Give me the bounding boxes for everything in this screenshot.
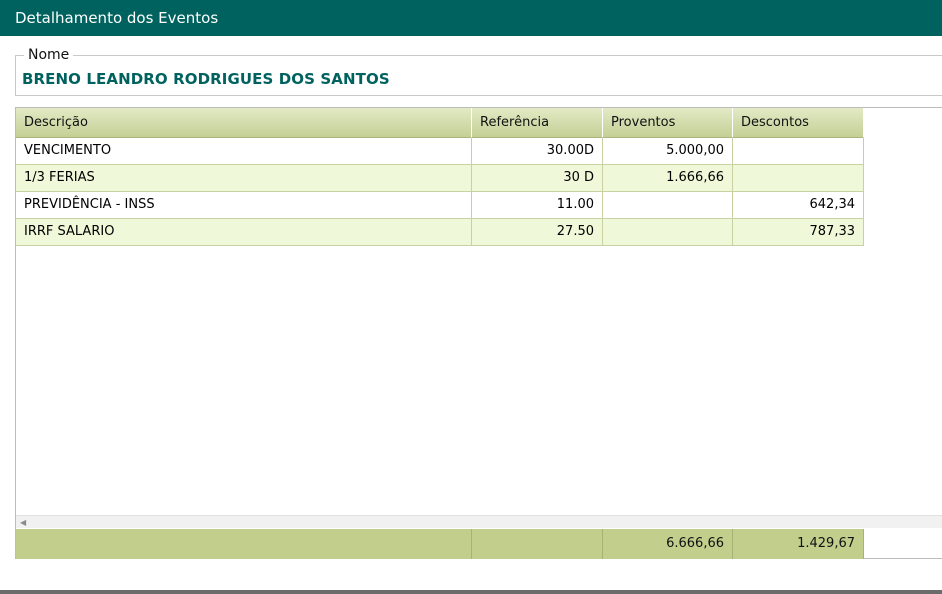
employee-name: BRENO LEANDRO RODRIGUES DOS SANTOS bbox=[22, 70, 390, 88]
cell-descricao: 1/3 FERIAS bbox=[16, 165, 472, 191]
total-referencia bbox=[472, 529, 603, 559]
totals-row: 6.666,66 1.429,67 bbox=[16, 529, 864, 559]
table-row[interactable]: VENCIMENTO 30.00D 5.000,00 bbox=[16, 138, 864, 165]
cell-proventos: 1.666,66 bbox=[603, 165, 733, 191]
cell-descricao: IRRF SALARIO bbox=[16, 219, 472, 245]
cell-descricao: VENCIMENTO bbox=[16, 138, 472, 164]
total-proventos: 6.666,66 bbox=[603, 529, 733, 559]
window-title-bar: Detalhamento dos Eventos bbox=[0, 0, 942, 36]
cell-descricao: PREVIDÊNCIA - INSS bbox=[16, 192, 472, 218]
cell-proventos bbox=[603, 192, 733, 218]
horizontal-scrollbar[interactable]: ◀ bbox=[16, 515, 942, 528]
table-row[interactable]: 1/3 FERIAS 30 D 1.666,66 bbox=[16, 165, 864, 192]
cell-referencia: 11.00 bbox=[472, 192, 603, 218]
cell-referencia: 27.50 bbox=[472, 219, 603, 245]
scroll-left-arrow-icon[interactable]: ◀ bbox=[20, 517, 26, 528]
cell-descontos: 787,33 bbox=[733, 219, 864, 245]
column-header-descontos[interactable]: Descontos bbox=[733, 108, 864, 138]
name-legend: Nome bbox=[24, 47, 74, 63]
grid-rows: VENCIMENTO 30.00D 5.000,00 1/3 FERIAS 30… bbox=[16, 138, 864, 246]
table-row[interactable]: PREVIDÊNCIA - INSS 11.00 642,34 bbox=[16, 192, 864, 219]
events-grid: Descrição Referência Proventos Descontos… bbox=[15, 107, 942, 559]
column-header-referencia[interactable]: Referência bbox=[472, 108, 603, 138]
total-descricao bbox=[16, 529, 472, 559]
column-header-descricao[interactable]: Descrição bbox=[16, 108, 472, 138]
cell-descontos bbox=[733, 165, 864, 191]
column-header-proventos[interactable]: Proventos bbox=[603, 108, 733, 138]
cell-descontos: 642,34 bbox=[733, 192, 864, 218]
bottom-divider bbox=[0, 590, 942, 594]
cell-referencia: 30 D bbox=[472, 165, 603, 191]
window-title: Detalhamento dos Eventos bbox=[15, 9, 219, 27]
cell-proventos bbox=[603, 219, 733, 245]
cell-referencia: 30.00D bbox=[472, 138, 603, 164]
cell-descontos bbox=[733, 138, 864, 164]
cell-proventos: 5.000,00 bbox=[603, 138, 733, 164]
grid-header: Descrição Referência Proventos Descontos bbox=[16, 108, 864, 138]
name-fieldset: Nome BRENO LEANDRO RODRIGUES DOS SANTOS bbox=[15, 47, 942, 96]
table-row[interactable]: IRRF SALARIO 27.50 787,33 bbox=[16, 219, 864, 246]
total-descontos: 1.429,67 bbox=[733, 529, 864, 559]
